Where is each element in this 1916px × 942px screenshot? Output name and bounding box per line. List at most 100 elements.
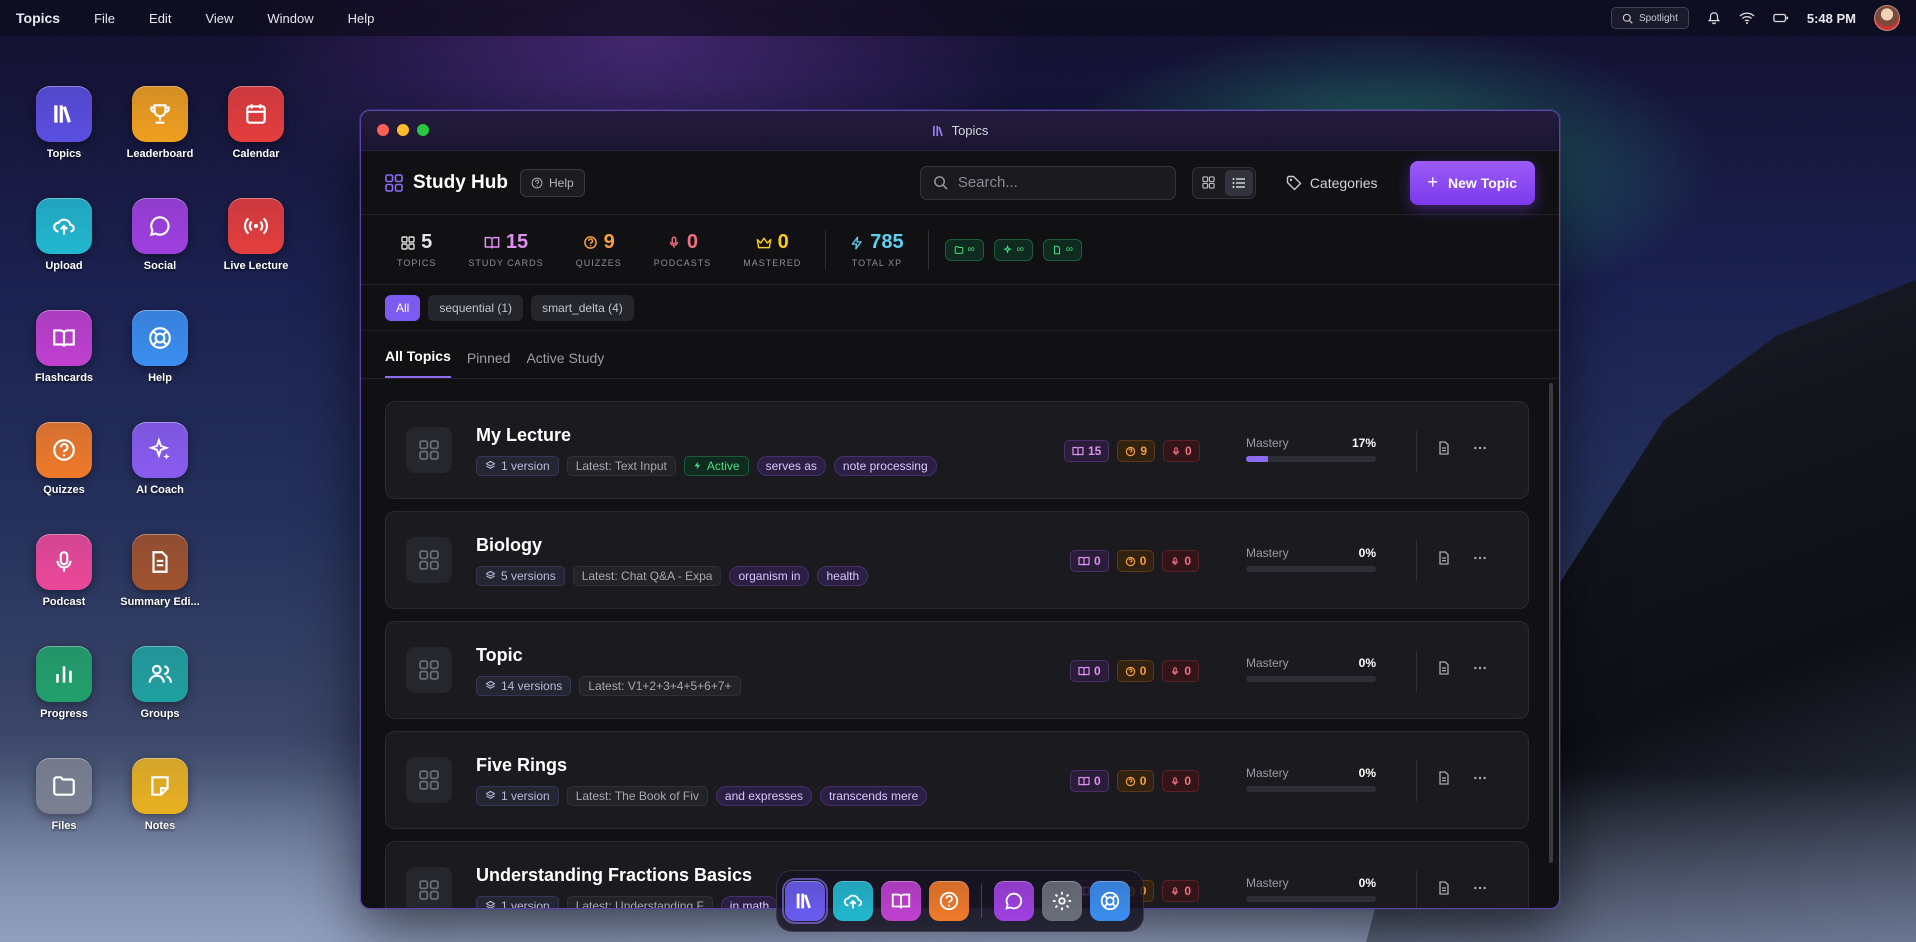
desktop-icon-label: Flashcards bbox=[34, 372, 94, 384]
document-icon[interactable] bbox=[1436, 770, 1452, 786]
filter-sequential[interactable]: sequential (1) bbox=[428, 294, 524, 321]
document-icon[interactable] bbox=[1436, 550, 1452, 566]
dock-open-book-button[interactable] bbox=[881, 881, 921, 921]
desktop-icon-tile bbox=[36, 758, 92, 814]
search-box[interactable] bbox=[919, 165, 1176, 200]
dock-question-circle-button[interactable] bbox=[929, 881, 969, 921]
keyword-tag[interactable]: serves as bbox=[756, 455, 826, 476]
desktop-icon-quizzes[interactable]: Quizzes bbox=[16, 422, 112, 496]
dock-upload-cloud-button[interactable] bbox=[833, 881, 873, 921]
bell-icon[interactable] bbox=[1707, 11, 1721, 25]
dock-chat-bubble-button[interactable] bbox=[994, 881, 1034, 921]
document-icon[interactable] bbox=[1436, 880, 1452, 896]
menu-app-name[interactable]: Topics bbox=[16, 10, 60, 26]
keyword-tag[interactable]: and expresses bbox=[715, 785, 812, 806]
tab-active-study[interactable]: Active Study bbox=[526, 350, 604, 378]
topic-card[interactable]: Five Rings 1 version Latest: The Book of F… bbox=[385, 731, 1529, 829]
desktop-icon-topics[interactable]: Topics bbox=[16, 86, 112, 160]
desktop-icon-live-lecture[interactable]: Live Lecture bbox=[208, 198, 304, 272]
topic-title[interactable]: My Lecture bbox=[476, 425, 937, 446]
quota-pill[interactable]: ∞ bbox=[1042, 238, 1083, 261]
quota-pill[interactable]: ∞ bbox=[944, 238, 984, 261]
mastery-value: 0% bbox=[1358, 876, 1376, 890]
maximize-window-button[interactable] bbox=[417, 124, 429, 136]
window-titlebar[interactable]: Topics bbox=[361, 111, 1559, 151]
avatar[interactable] bbox=[1874, 5, 1900, 31]
desktop-icon-leaderboard[interactable]: Leaderboard bbox=[112, 86, 208, 160]
desktop-icon-files[interactable]: Files bbox=[16, 758, 112, 832]
topic-title[interactable]: Five Rings bbox=[476, 755, 927, 776]
desktop-icon-groups[interactable]: Groups bbox=[112, 646, 208, 720]
version-badge[interactable]: 1 version bbox=[476, 785, 559, 806]
desktop-icon-calendar[interactable]: Calendar bbox=[208, 86, 304, 160]
topic-title[interactable]: Topic bbox=[476, 645, 741, 666]
stat-total-xp: 785 TOTAL XP bbox=[834, 231, 919, 268]
keyword-tag[interactable]: health bbox=[817, 565, 869, 586]
desktop-icon-tile bbox=[36, 646, 92, 702]
desktop-icon-label: Topics bbox=[46, 148, 82, 160]
version-badge[interactable]: 1 version bbox=[476, 455, 559, 476]
menu-help[interactable]: Help bbox=[348, 11, 375, 26]
categories-button[interactable]: Categories bbox=[1278, 175, 1386, 191]
desktop-icon-progress[interactable]: Progress bbox=[16, 646, 112, 720]
spotlight-button[interactable]: Spotlight bbox=[1610, 7, 1689, 29]
filter-all[interactable]: All bbox=[385, 294, 421, 321]
minimize-window-button[interactable] bbox=[397, 124, 409, 136]
close-window-button[interactable] bbox=[377, 124, 389, 136]
version-badge[interactable]: 1 version bbox=[476, 895, 559, 908]
more-options-icon[interactable] bbox=[1472, 880, 1488, 896]
desktop-icon-flashcards[interactable]: Flashcards bbox=[16, 310, 112, 384]
dock-library-button[interactable] bbox=[782, 878, 828, 924]
help-button[interactable]: Help bbox=[520, 168, 585, 197]
keyword-tag[interactable]: transcends mere bbox=[819, 785, 928, 806]
filter-smart-delta[interactable]: smart_delta (4) bbox=[531, 294, 634, 321]
keyword-tag[interactable]: note processing bbox=[833, 455, 937, 476]
topic-title[interactable]: Biology bbox=[476, 535, 868, 556]
mic-icon bbox=[1172, 666, 1179, 675]
desktop-icon-notes[interactable]: Notes bbox=[112, 758, 208, 832]
more-options-icon[interactable] bbox=[1472, 550, 1488, 566]
tab-all-topics[interactable]: All Topics bbox=[385, 348, 451, 378]
menu-window[interactable]: Window bbox=[267, 11, 313, 26]
desktop-icon-ai-coach[interactable]: AI Coach bbox=[112, 422, 208, 496]
list-view-button[interactable] bbox=[1224, 169, 1253, 196]
desktop-icon-upload[interactable]: Upload bbox=[16, 198, 112, 272]
keyword-tag[interactable]: organism in bbox=[729, 565, 810, 586]
version-badge[interactable]: 14 versions bbox=[476, 675, 572, 696]
topic-card[interactable]: Topic 14 versions Latest: V1+2+3+4+5+6+7+ 0… bbox=[385, 621, 1529, 719]
topic-card[interactable]: Biology 5 versions Latest: Chat Q&A - Expa… bbox=[385, 511, 1529, 609]
menu-edit[interactable]: Edit bbox=[149, 11, 171, 26]
grid-view-button[interactable] bbox=[1195, 170, 1223, 196]
layers-icon bbox=[485, 680, 496, 689]
new-topic-button[interactable]: + New Topic bbox=[1409, 160, 1535, 205]
menu-clock[interactable]: 5:48 PM bbox=[1807, 11, 1856, 26]
desktop-icon-summary-edi[interactable]: Summary Edi... bbox=[112, 534, 208, 608]
more-options-icon[interactable] bbox=[1472, 770, 1488, 786]
desktop-icon-podcast[interactable]: Podcast bbox=[16, 534, 112, 608]
battery-icon[interactable] bbox=[1773, 12, 1789, 24]
dock-gear-button[interactable] bbox=[1042, 881, 1082, 921]
more-options-icon[interactable] bbox=[1472, 440, 1488, 456]
topic-card[interactable]: My Lecture 1 version Latest: Text Input Act… bbox=[385, 401, 1529, 499]
list-scrollbar[interactable] bbox=[1549, 383, 1553, 863]
quota-pill[interactable]: ∞ bbox=[993, 238, 1033, 261]
tab-pinned[interactable]: Pinned bbox=[467, 350, 511, 378]
desktop-icon-social[interactable]: Social bbox=[112, 198, 208, 272]
dock-lifebuoy-button[interactable] bbox=[1090, 881, 1130, 921]
desktop-icon-help[interactable]: Help bbox=[112, 310, 208, 384]
topic-title[interactable]: Understanding Fractions Basics bbox=[476, 865, 778, 886]
search-input[interactable] bbox=[957, 174, 1158, 191]
keyword-tag[interactable]: in math bbox=[720, 895, 779, 908]
menu-view[interactable]: View bbox=[205, 11, 233, 26]
wifi-icon[interactable] bbox=[1739, 11, 1755, 25]
layers-icon bbox=[485, 460, 496, 469]
stat-mastered: 0 MASTERED bbox=[727, 231, 817, 268]
sparkles-icon bbox=[1002, 244, 1012, 254]
stat-value: 785 bbox=[870, 231, 904, 253]
document-icon[interactable] bbox=[1436, 660, 1452, 676]
version-badge[interactable]: 5 versions bbox=[476, 565, 565, 586]
stats-divider bbox=[825, 229, 827, 270]
document-icon[interactable] bbox=[1436, 440, 1452, 456]
more-options-icon[interactable] bbox=[1472, 660, 1488, 676]
menu-file[interactable]: File bbox=[94, 11, 115, 26]
